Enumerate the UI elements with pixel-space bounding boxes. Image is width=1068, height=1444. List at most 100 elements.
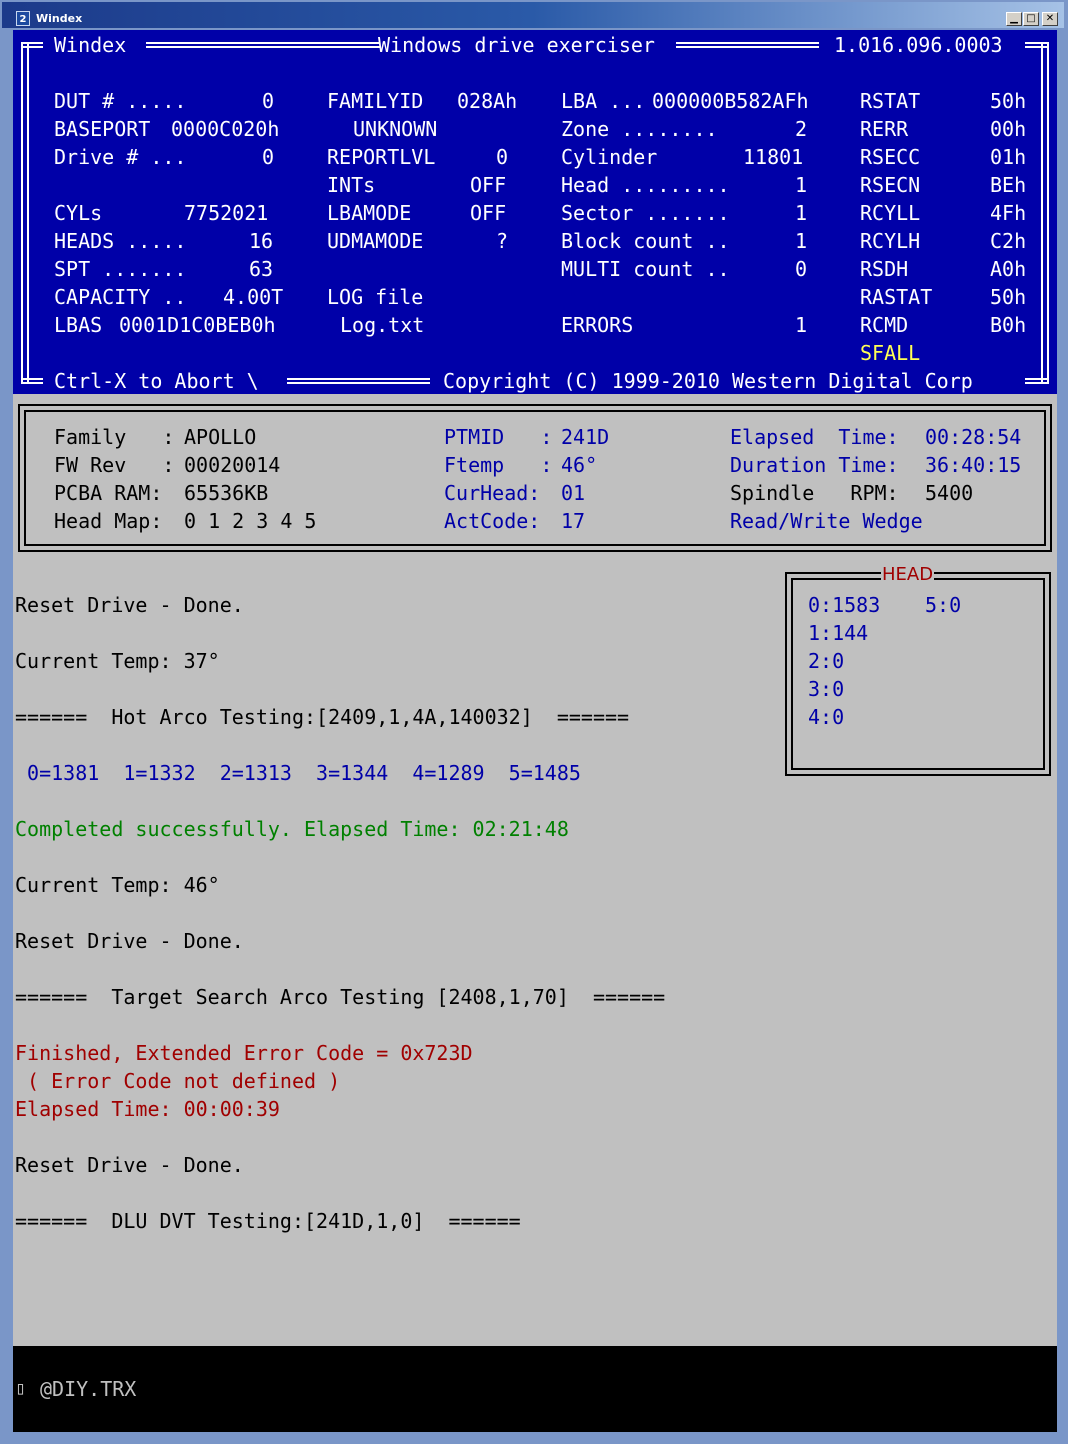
register-value: C2h [990,229,1027,253]
register-value: 50h [990,89,1027,113]
log-line: ====== DLU DVT Testing:[241D,1,0] ====== [15,1209,521,1233]
multi-count-value: 0 [795,257,808,281]
console-area: Windex Windows drive exerciser 1.016.096… [13,30,1057,1432]
register-label: RSDH [860,257,909,281]
family-value: APOLLO [184,425,257,449]
logfile-label: LOG file [327,285,424,309]
baseport-value: 0000C020h [171,117,280,141]
log-line: ====== Hot Arco Testing:[2409,1,4A,14003… [15,705,630,729]
frame-top-line [21,42,43,48]
register-label: RSECN [860,173,921,197]
heads-value: 16 [249,229,274,253]
title-bar[interactable]: 2 Windex ▁ □ ✕ [2,2,1064,28]
lba-value: 000000B582AFh [652,89,809,113]
log-line: Completed successfully. Elapsed Time: 02… [15,817,569,841]
register-value: B0h [990,313,1027,337]
lbas-label: LBAS [54,313,103,337]
register-value: BEh [990,173,1027,197]
head-entry: 4:0 [808,705,845,729]
ptmid-label: PTMID : [444,425,553,449]
log-line: Reset Drive - Done. [15,1153,244,1177]
register-value: A0h [990,257,1027,281]
register-label: RCMD [860,313,909,337]
baseport-label: BASEPORT [54,117,151,141]
zone-value: 2 [795,117,808,141]
multi-count-label: MULTI count .. [561,257,730,281]
spt-label: SPT ....... [54,257,187,281]
curhead-value: 01 [561,481,586,505]
ints-value: OFF [470,173,507,197]
block-count-value: 1 [795,229,808,253]
register-label: RERR [860,117,909,141]
head-entry: 2:0 [808,649,845,673]
register-label: RASTAT [860,285,933,309]
head-label: Head ......... [561,173,730,197]
zone-label: Zone ........ [561,117,718,141]
head-map-label: Head Map: [54,509,163,533]
block-count-label: Block count .. [561,229,730,253]
curhead-label: CurHead: [444,481,541,505]
lba-label: LBA ... [561,89,646,113]
ints-label: INTs [327,173,376,197]
register-label: RCYLH [860,229,921,253]
dut-value: 0 [262,89,275,113]
pcba-ram-label: PCBA RAM: [54,481,163,505]
minimize-icon[interactable]: ▁ [1006,12,1022,26]
log-line: Reset Drive - Done. [15,593,244,617]
spindle-value: 5400 [925,481,974,505]
app-version: 1.016.096.0003 [834,33,1003,57]
actcode-label: ActCode: [444,509,541,533]
head-entry: 3:0 [808,677,845,701]
log-line: Reset Drive - Done. [15,929,244,953]
register-label: RCYLL [860,201,921,225]
pcba-ram-value: 65536KB [184,481,269,505]
header-panel: Windex Windows drive exerciser 1.016.096… [13,30,1057,394]
cylinder-label: Cylinder [561,145,658,169]
fwrev-value: 00020014 [184,453,281,477]
log-line: Current Temp: 37° [15,649,220,673]
abort-hint: Ctrl-X to Abort \ [54,369,259,393]
command-prompt-bar[interactable]: ▯ @DIY.TRX [13,1346,1057,1432]
capacity-value: 4.00T [223,285,284,309]
frame-top-line [1025,42,1049,48]
register-value: 4Fh [990,201,1027,225]
ptmid-value: 241D [561,425,610,449]
duration-label: Duration Time: [730,453,899,477]
frame-top-line [146,42,380,48]
prompt-glyph-icon: ▯ [15,1378,26,1399]
sfall-status: SFALL [860,341,921,365]
heads-label: HEADS ..... [54,229,187,253]
ftemp-value: 46° [561,453,598,477]
reportlvl-label: REPORTLVL [327,145,436,169]
register-value: 50h [990,285,1027,309]
head-value: 1 [795,173,808,197]
close-icon[interactable]: ✕ [1042,12,1058,26]
head-panel-title: HEAD [881,564,935,586]
log-line: Finished, Extended Error Code = 0x723D [15,1041,473,1065]
maximize-icon[interactable]: □ [1023,12,1039,26]
app-icon[interactable]: 2 [16,11,30,26]
elapsed-label: Elapsed Time: [730,425,899,449]
drive-value: 0 [262,145,275,169]
family-label: Family : [54,425,175,449]
head-entry: 1:144 [808,621,869,645]
register-label: RSTAT [860,89,921,113]
family-name: UNKNOWN [353,117,438,141]
fwrev-label: FW Rev : [54,453,175,477]
log-line: ====== Target Search Arco Testing [2408,… [15,985,666,1009]
log-line: ( Error Code not defined ) [15,1069,341,1093]
frame-top-line [676,42,819,48]
udmamode-value: ? [496,229,509,253]
logfile-value: Log.txt [340,313,425,337]
spindle-label: Spindle RPM: [730,481,899,505]
sector-label: Sector ....... [561,201,730,225]
reportlvl-value: 0 [496,145,509,169]
sector-value: 1 [795,201,808,225]
frame-bottom-line [21,378,43,384]
udmamode-label: UDMAMODE [327,229,424,253]
frame-bottom-line [1025,378,1049,384]
command-input[interactable]: @DIY.TRX [40,1375,136,1403]
lbamode-value: OFF [470,201,507,225]
familyid-value: 028Ah [457,89,518,113]
app-description: Windows drive exerciser [378,33,655,57]
